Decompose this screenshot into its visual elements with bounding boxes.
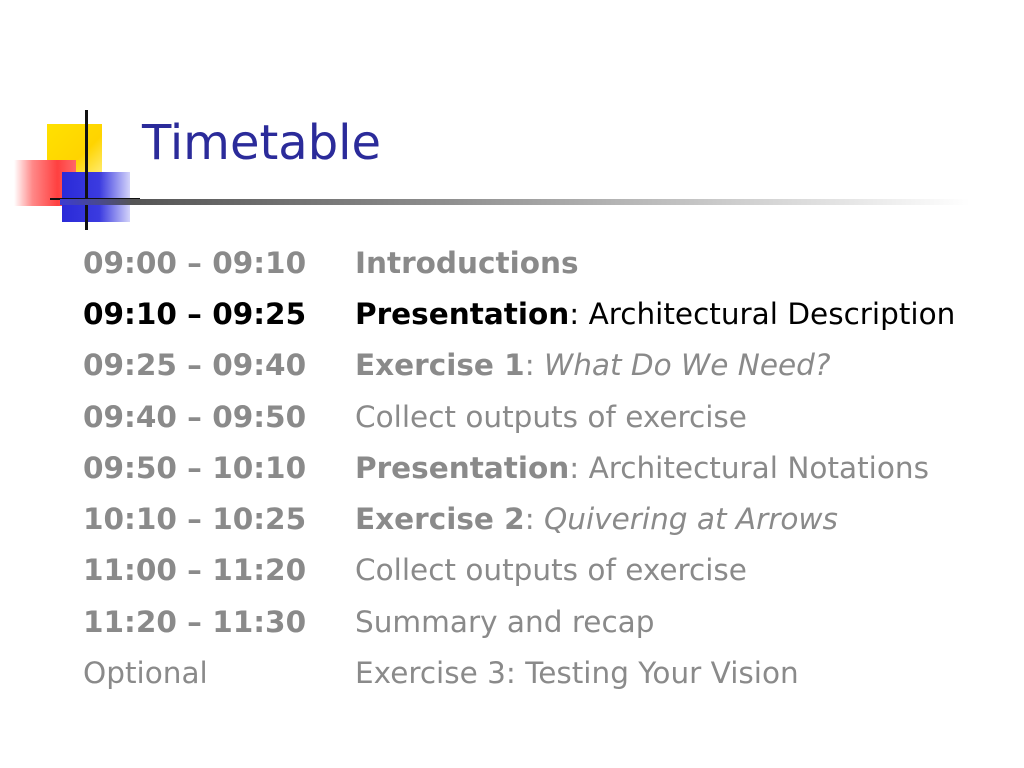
- session-title: Exercise 2: [355, 502, 525, 537]
- session-description: Collect outputs of exercise: [355, 553, 747, 588]
- timetable-row: 09:00 – 09:10 Introductions: [83, 237, 1003, 288]
- timetable-row: 10:10 – 10:25 Exercise 2: Quivering at A…: [83, 493, 1003, 544]
- timetable-row: Optional Exercise 3: Testing Your Vision: [83, 647, 1003, 698]
- separator: :: [524, 348, 535, 383]
- session-topic: Architectural Notations: [579, 450, 929, 485]
- time-slot: 11:20 – 11:30: [83, 604, 307, 639]
- session-title: Introductions: [355, 245, 579, 280]
- session-topic: Architectural Description: [579, 296, 956, 331]
- time-slot: 09:10 – 09:25: [83, 296, 307, 331]
- timetable-row: 11:00 – 11:20 Collect outputs of exercis…: [83, 545, 1003, 596]
- time-slot: 11:00 – 11:20: [83, 553, 307, 588]
- session-description: Summary and recap: [355, 604, 655, 639]
- time-slot: 10:10 – 10:25: [83, 502, 307, 537]
- session-description: Collect outputs of exercise: [355, 399, 747, 434]
- separator: :: [524, 502, 535, 537]
- separator: :: [569, 450, 580, 485]
- session-topic: Quivering at Arrows: [534, 502, 838, 537]
- session-title: Exercise 1: [355, 348, 525, 383]
- session-description: Presentation: Architectural Notations: [355, 451, 1003, 485]
- session-title: Presentation: [355, 296, 570, 331]
- session-topic: What Do We Need?: [534, 348, 831, 383]
- timetable-row: 09:25 – 09:40 Exercise 1: What Do We Nee…: [83, 340, 1003, 391]
- separator: :: [569, 296, 580, 331]
- timetable-row-current: 09:10 – 09:25 Presentation: Architectura…: [83, 288, 1003, 339]
- timetable-row: 09:40 – 09:50 Collect outputs of exercis…: [83, 391, 1003, 442]
- session-description: Exercise 3: Testing Your Vision: [355, 656, 799, 691]
- vertical-line: [85, 110, 88, 230]
- slide-title: Timetable: [142, 115, 382, 171]
- time-slot: 09:50 – 10:10: [83, 450, 307, 485]
- session-title: Presentation: [355, 450, 570, 485]
- title-underline: [60, 199, 970, 205]
- blue-square: [62, 172, 130, 222]
- timetable-row: 09:50 – 10:10 Presentation: Architectura…: [83, 442, 1003, 493]
- slide: Timetable 09:00 – 09:10 Introductions 09…: [0, 0, 1024, 768]
- time-slot: 09:25 – 09:40: [83, 348, 307, 383]
- session-description: Exercise 2: Quivering at Arrows: [355, 502, 1003, 536]
- time-slot: Optional: [83, 656, 208, 691]
- time-slot: 09:00 – 09:10: [83, 245, 307, 280]
- time-slot: 09:40 – 09:50: [83, 399, 307, 434]
- session-description: Introductions: [355, 246, 1003, 280]
- session-description: Exercise 1: What Do We Need?: [355, 348, 1003, 382]
- timetable: 09:00 – 09:10 Introductions 09:10 – 09:2…: [83, 237, 1003, 699]
- session-description: Presentation: Architectural Description: [355, 297, 1003, 331]
- timetable-row: 11:20 – 11:30 Summary and recap: [83, 596, 1003, 647]
